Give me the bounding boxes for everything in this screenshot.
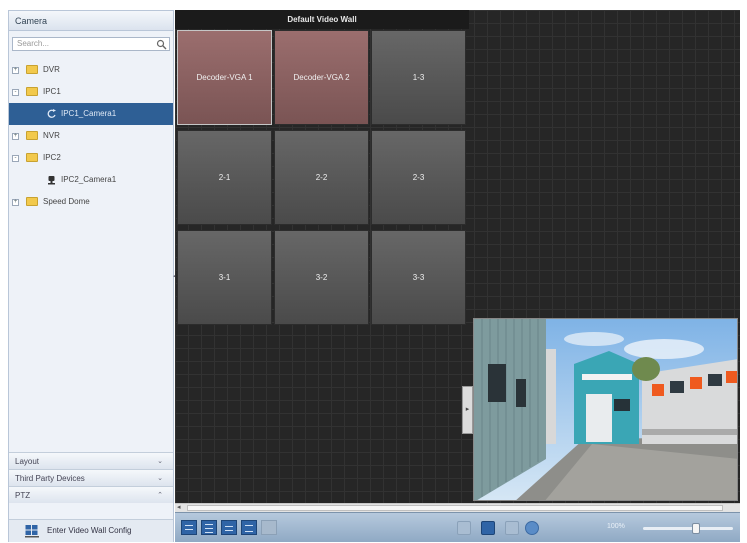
- expand-icon[interactable]: +: [12, 199, 19, 206]
- layout-4x4-button[interactable]: [241, 520, 257, 535]
- enter-video-wall-config-button[interactable]: Enter Video Wall Config: [9, 519, 173, 542]
- device-tree: + DVR - IPC1 IPC1_Camera1 + NVR - IPC2 I…: [9, 59, 173, 213]
- tree-node-dvr[interactable]: + DVR: [9, 59, 173, 81]
- expand-icon[interactable]: +: [12, 67, 19, 74]
- chevron-down-icon[interactable]: ⌄: [157, 470, 163, 487]
- preview-collapse-handle[interactable]: ▸: [462, 386, 473, 434]
- live-preview-window[interactable]: [473, 318, 738, 501]
- window-icon[interactable]: [505, 521, 519, 535]
- expand-icon[interactable]: +: [12, 133, 19, 140]
- wall-toolbar: 100%: [175, 512, 740, 542]
- folder-icon: [26, 131, 38, 140]
- chevron-up-icon[interactable]: ⌃: [157, 487, 163, 504]
- info-icon[interactable]: [525, 521, 539, 535]
- collapse-icon[interactable]: -: [12, 89, 19, 96]
- camera-panel-title: Camera: [9, 11, 173, 31]
- third-party-devices-label: Third Party Devices: [15, 474, 85, 483]
- layout-1x1-button[interactable]: [181, 520, 197, 535]
- scroll-left-icon[interactable]: ◂: [177, 504, 181, 512]
- wall-screen-2-1[interactable]: 2-1: [177, 130, 272, 225]
- collapse-icon[interactable]: -: [12, 155, 19, 162]
- camera-icon: [48, 176, 55, 185]
- layout-custom-button[interactable]: [261, 520, 277, 535]
- camera-panel: Camera Search... + DVR - IPC1 IPC1_Camer…: [8, 10, 174, 542]
- zoom-slider[interactable]: [643, 523, 733, 534]
- tree-node-ipc1-camera1[interactable]: IPC1_Camera1: [9, 103, 173, 125]
- ptz-section-header[interactable]: PTZ ⌃: [9, 486, 173, 503]
- screen-control-icon[interactable]: [457, 521, 471, 535]
- horizontal-scrollbar[interactable]: ◂: [175, 503, 740, 512]
- camera-search-input[interactable]: Search...: [12, 37, 170, 51]
- enter-video-wall-config-label: Enter Video Wall Config: [47, 526, 132, 535]
- wall-screen-2-2[interactable]: 2-2: [274, 130, 369, 225]
- zoom-level: 100%: [607, 523, 625, 530]
- video-wall-config-icon: [25, 525, 39, 538]
- tree-node-label: DVR: [43, 65, 60, 74]
- wall-screen-2-3[interactable]: 2-3: [371, 130, 466, 225]
- folder-icon: [26, 65, 38, 74]
- layout-3x3-button[interactable]: [221, 520, 237, 535]
- wall-screen-3-2[interactable]: 3-2: [274, 230, 369, 325]
- tree-node-ipc2[interactable]: - IPC2: [9, 147, 173, 169]
- layout-2x2-button[interactable]: [201, 520, 217, 535]
- third-party-devices-section-header[interactable]: Third Party Devices ⌄: [9, 469, 173, 486]
- wall-screen-1-3[interactable]: 1-3: [371, 30, 466, 125]
- tree-node-speed-dome[interactable]: + Speed Dome: [9, 191, 173, 213]
- live-video-image: [474, 319, 737, 500]
- wall-screen-3-3[interactable]: 3-3: [371, 230, 466, 325]
- folder-icon: [26, 153, 38, 162]
- tree-node-label: IPC1: [43, 87, 61, 96]
- tree-node-nvr[interactable]: + NVR: [9, 125, 173, 147]
- tree-node-ipc2-camera1[interactable]: IPC2_Camera1: [9, 169, 173, 191]
- search-icon[interactable]: [156, 39, 167, 50]
- stop-all-icon[interactable]: [481, 521, 495, 535]
- zoom-slider-knob[interactable]: [692, 523, 701, 534]
- ptz-section-label: PTZ: [15, 491, 31, 500]
- tree-node-label: IPC2_Camera1: [61, 175, 117, 184]
- tree-node-label: IPC2: [43, 153, 61, 162]
- scrollbar-thumb[interactable]: [187, 505, 723, 511]
- tree-node-label: Speed Dome: [43, 197, 90, 206]
- chevron-down-icon[interactable]: ⌄: [157, 453, 163, 470]
- layout-section-header[interactable]: Layout ⌄: [9, 452, 173, 469]
- video-wall-canvas[interactable]: Default Video Wall Decoder-VGA 1 Decoder…: [175, 10, 740, 503]
- wall-screen-1-2[interactable]: Decoder-VGA 2: [274, 30, 369, 125]
- tree-node-label: IPC1_Camera1: [61, 109, 117, 118]
- search-placeholder: Search...: [17, 39, 50, 48]
- wall-screen-3-1[interactable]: 3-1: [177, 230, 272, 325]
- folder-icon: [26, 197, 38, 206]
- video-wall-title: Default Video Wall: [175, 10, 469, 29]
- tree-node-ipc1[interactable]: - IPC1: [9, 81, 173, 103]
- camera-playing-icon: [47, 109, 56, 118]
- folder-icon: [26, 87, 38, 96]
- layout-section-label: Layout: [15, 457, 40, 466]
- tree-node-label: NVR: [43, 131, 60, 140]
- wall-screen-1-1[interactable]: Decoder-VGA 1: [177, 30, 272, 125]
